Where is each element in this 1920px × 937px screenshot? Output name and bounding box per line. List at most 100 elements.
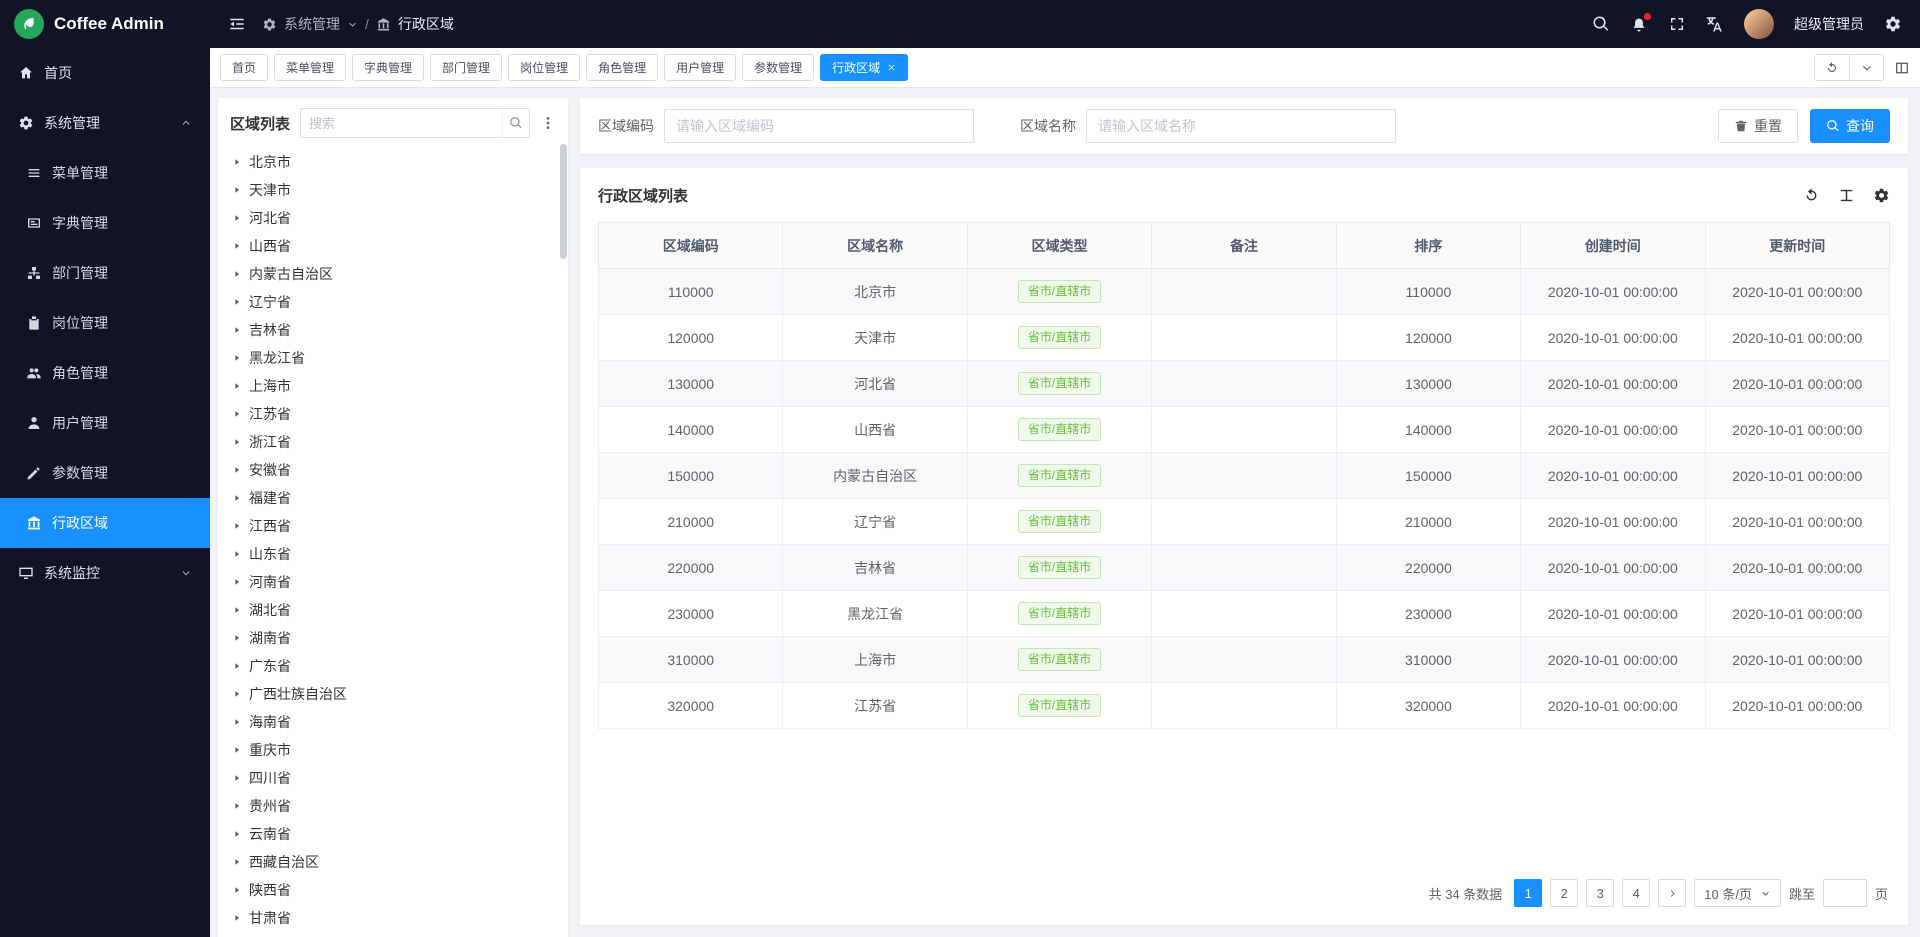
- page-button[interactable]: 4: [1622, 879, 1650, 907]
- tree-item[interactable]: 辽宁省: [218, 288, 568, 316]
- tree-item[interactable]: 北京市: [218, 148, 568, 176]
- tree-scrollbar[interactable]: [560, 144, 567, 937]
- tree-item[interactable]: 广东省: [218, 652, 568, 680]
- caret-right-icon[interactable]: [232, 325, 242, 335]
- tree-more-dots-icon[interactable]: [540, 115, 556, 131]
- tree-item[interactable]: 湖北省: [218, 596, 568, 624]
- tree-item[interactable]: 湖南省: [218, 624, 568, 652]
- caret-right-icon[interactable]: [232, 297, 242, 307]
- tree-item[interactable]: 内蒙古自治区: [218, 260, 568, 288]
- caret-right-icon[interactable]: [232, 885, 242, 895]
- table-row[interactable]: 110000 北京市 省市/直辖市 110000 2020-10-01 00:0…: [599, 269, 1890, 315]
- sidebar-group-system[interactable]: 系统管理: [0, 98, 210, 148]
- caret-right-icon[interactable]: [232, 241, 242, 251]
- page-size-select[interactable]: 10 条/页: [1694, 879, 1781, 907]
- tree-item[interactable]: 福建省: [218, 484, 568, 512]
- caret-right-icon[interactable]: [232, 549, 242, 559]
- sidebar-collapse-button[interactable]: [228, 15, 246, 33]
- tree-search-icon[interactable]: [501, 109, 529, 137]
- page-button[interactable]: 2: [1550, 879, 1578, 907]
- caret-right-icon[interactable]: [232, 829, 242, 839]
- caret-right-icon[interactable]: [232, 157, 242, 167]
- table-refresh-icon[interactable]: [1803, 187, 1820, 204]
- caret-right-icon[interactable]: [232, 353, 242, 363]
- tree-scrollbar-thumb[interactable]: [560, 144, 567, 259]
- tree-item[interactable]: 重庆市: [218, 736, 568, 764]
- table-row[interactable]: 120000 天津市 省市/直辖市 120000 2020-10-01 00:0…: [599, 315, 1890, 361]
- tree-item[interactable]: 海南省: [218, 708, 568, 736]
- caret-right-icon[interactable]: [232, 521, 242, 531]
- tab[interactable]: 菜单管理: [274, 54, 346, 81]
- caret-right-icon[interactable]: [232, 185, 242, 195]
- sidebar-submenu-item[interactable]: 部门管理: [0, 248, 210, 298]
- fullscreen-icon[interactable]: [1668, 15, 1686, 33]
- caret-right-icon[interactable]: [232, 465, 242, 475]
- reset-button[interactable]: 重置: [1718, 109, 1798, 143]
- tree-item[interactable]: 天津市: [218, 176, 568, 204]
- tree-item[interactable]: 四川省: [218, 764, 568, 792]
- tree-item[interactable]: 河北省: [218, 204, 568, 232]
- tab[interactable]: 部门管理: [430, 54, 502, 81]
- caret-right-icon[interactable]: [232, 717, 242, 727]
- tab[interactable]: 角色管理: [586, 54, 658, 81]
- caret-right-icon[interactable]: [232, 689, 242, 699]
- tab[interactable]: 行政区域: [820, 54, 908, 81]
- tree-item[interactable]: 贵州省: [218, 792, 568, 820]
- tab[interactable]: 字典管理: [352, 54, 424, 81]
- tree-item[interactable]: 浙江省: [218, 428, 568, 456]
- tree-item[interactable]: 安徽省: [218, 456, 568, 484]
- tab[interactable]: 岗位管理: [508, 54, 580, 81]
- table-row[interactable]: 320000 江苏省 省市/直辖市 320000 2020-10-01 00:0…: [599, 683, 1890, 729]
- avatar[interactable]: [1744, 9, 1774, 39]
- tabs-refresh-icon[interactable]: [1815, 55, 1849, 80]
- sidebar-submenu-item[interactable]: 菜单管理: [0, 148, 210, 198]
- table-row[interactable]: 310000 上海市 省市/直辖市 310000 2020-10-01 00:0…: [599, 637, 1890, 683]
- caret-right-icon[interactable]: [232, 493, 242, 503]
- caret-right-icon[interactable]: [232, 381, 242, 391]
- tab[interactable]: 参数管理: [742, 54, 814, 81]
- caret-right-icon[interactable]: [232, 605, 242, 615]
- next-page-button[interactable]: [1658, 879, 1686, 907]
- table-row[interactable]: 150000 内蒙古自治区 省市/直辖市 150000 2020-10-01 0…: [599, 453, 1890, 499]
- brand[interactable]: Coffee Admin: [0, 0, 210, 48]
- tree-item[interactable]: 江西省: [218, 512, 568, 540]
- language-icon[interactable]: [1706, 15, 1724, 33]
- tree-item[interactable]: 江苏省: [218, 400, 568, 428]
- caret-right-icon[interactable]: [232, 661, 242, 671]
- caret-right-icon[interactable]: [232, 857, 242, 867]
- tree-item[interactable]: 甘肃省: [218, 904, 568, 932]
- tree-search-input[interactable]: [301, 116, 501, 131]
- search-button[interactable]: 查询: [1810, 109, 1890, 143]
- table-row[interactable]: 130000 河北省 省市/直辖市 130000 2020-10-01 00:0…: [599, 361, 1890, 407]
- sidebar-submenu-item[interactable]: 行政区域: [0, 498, 210, 548]
- region-name-input[interactable]: [1086, 109, 1396, 143]
- table-row[interactable]: 140000 山西省 省市/直辖市 140000 2020-10-01 00:0…: [599, 407, 1890, 453]
- tree-item[interactable]: 青海省: [218, 932, 568, 937]
- caret-right-icon[interactable]: [232, 437, 242, 447]
- tabs-more-chevron-icon[interactable]: [1849, 55, 1883, 80]
- tree-item[interactable]: 陕西省: [218, 876, 568, 904]
- caret-right-icon[interactable]: [232, 913, 242, 923]
- caret-right-icon[interactable]: [232, 801, 242, 811]
- caret-right-icon[interactable]: [232, 773, 242, 783]
- settings-gear-icon[interactable]: [1884, 15, 1902, 33]
- table-row[interactable]: 220000 吉林省 省市/直辖市 220000 2020-10-01 00:0…: [599, 545, 1890, 591]
- tree-item[interactable]: 西藏自治区: [218, 848, 568, 876]
- tree-item[interactable]: 黑龙江省: [218, 344, 568, 372]
- tree-item[interactable]: 云南省: [218, 820, 568, 848]
- sidebar-group-monitor[interactable]: 系统监控: [0, 548, 210, 598]
- caret-right-icon[interactable]: [232, 633, 242, 643]
- notification-bell-icon[interactable]: [1630, 15, 1648, 33]
- tree-item[interactable]: 山西省: [218, 232, 568, 260]
- tree-item[interactable]: 广西壮族自治区: [218, 680, 568, 708]
- table-row[interactable]: 210000 辽宁省 省市/直辖市 210000 2020-10-01 00:0…: [599, 499, 1890, 545]
- sidebar-submenu-item[interactable]: 岗位管理: [0, 298, 210, 348]
- tab[interactable]: 首页: [220, 54, 268, 81]
- search-icon[interactable]: [1592, 15, 1610, 33]
- sidebar-submenu-item[interactable]: 用户管理: [0, 398, 210, 448]
- sidebar-submenu-item[interactable]: 角色管理: [0, 348, 210, 398]
- tree-item[interactable]: 吉林省: [218, 316, 568, 344]
- table-gear-icon[interactable]: [1873, 187, 1890, 204]
- table-row[interactable]: 230000 黑龙江省 省市/直辖市 230000 2020-10-01 00:…: [599, 591, 1890, 637]
- layout-toggle-icon[interactable]: [1894, 60, 1910, 76]
